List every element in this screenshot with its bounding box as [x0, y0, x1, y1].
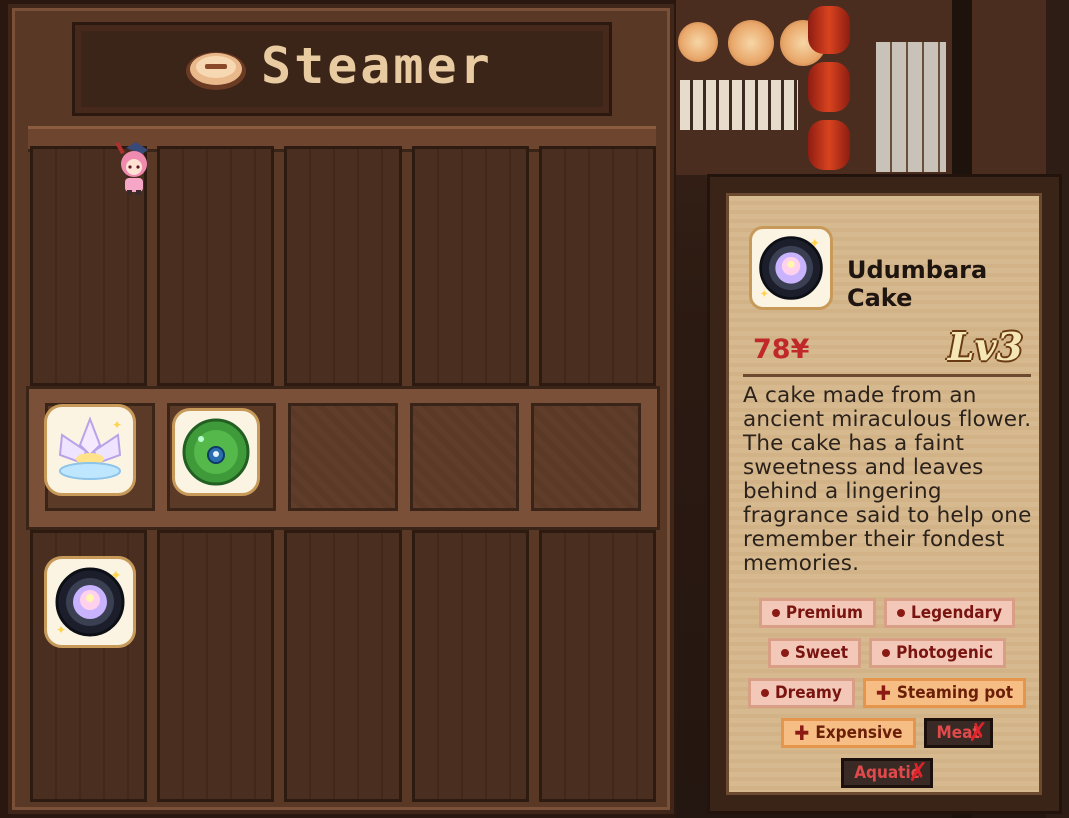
tag-meat: Meat ✗	[923, 718, 993, 748]
tag-aquatic: Aquatic ✗	[841, 758, 933, 788]
chibi-character-icon	[115, 141, 148, 195]
slot[interactable]	[411, 146, 529, 386]
tag-label: Sweet	[794, 643, 849, 663]
paper-lamp	[728, 20, 774, 66]
bullet-icon	[771, 609, 780, 617]
lotus-flower-item[interactable]: ✦	[44, 404, 136, 496]
bullet-icon	[780, 649, 789, 657]
tag-list: Premium Legendary Sweet Photogenic Dream…	[737, 598, 1037, 798]
menu-sign	[680, 80, 798, 130]
slot[interactable]	[411, 530, 529, 802]
red-lantern	[808, 120, 850, 170]
svg-text:✦: ✦	[760, 287, 769, 300]
tag-sweet: Sweet	[767, 638, 862, 668]
tag-label: Steaming pot	[896, 683, 1014, 703]
steamer-pot-icon	[186, 52, 246, 90]
red-lantern	[808, 62, 850, 112]
cross-icon: ✗	[968, 718, 988, 748]
udumbara-cake-icon: ✦ ✦	[55, 567, 125, 637]
dish-level: Lv3	[947, 324, 1023, 369]
tag-row: Aquatic ✗	[737, 758, 1037, 788]
tag-row: Premium Legendary	[737, 598, 1037, 628]
slot[interactable]	[409, 403, 520, 511]
divider	[743, 374, 1031, 377]
bullet-icon	[882, 649, 891, 657]
tag-expensive: ✚ Expensive	[781, 718, 916, 748]
tag-label: Expensive	[815, 723, 903, 743]
tag-dreamy: Dreamy	[747, 678, 855, 708]
slot[interactable]	[157, 146, 275, 386]
tag-legendary: Legendary	[884, 598, 1016, 628]
paper-lamp	[678, 22, 718, 62]
bullet-icon	[760, 689, 769, 697]
card-body: ✦ ✦ Udumbara Cake 78¥ Lv3 A cake made fr…	[726, 193, 1042, 795]
steamer-title: Steamer	[261, 37, 493, 95]
slot[interactable]	[538, 530, 657, 802]
steamer-header: Steamer	[72, 22, 612, 116]
dish-name: Udumbara Cake	[847, 256, 988, 312]
tag-label: Legendary	[911, 603, 1003, 623]
plus-icon: ✚	[794, 721, 810, 745]
cross-icon: ✗	[908, 758, 928, 788]
bullet-icon	[897, 609, 905, 617]
tag-row: Dreamy ✚ Steaming pot	[737, 678, 1037, 708]
tag-label: Dreamy	[774, 683, 842, 703]
lotus-flower-icon: ✦	[58, 416, 122, 480]
slot[interactable]	[288, 403, 398, 511]
slot[interactable]	[284, 530, 402, 802]
udumbara-cake-icon: ✦ ✦	[759, 236, 823, 300]
dish-price: 78¥	[753, 334, 810, 365]
svg-text:✦: ✦	[56, 623, 66, 637]
slot[interactable]	[531, 403, 641, 511]
udumbara-cake-item[interactable]: ✦ ✦	[44, 556, 136, 648]
red-lantern	[808, 6, 850, 54]
tag-premium: Premium	[758, 598, 876, 628]
dish-icon-frame: ✦ ✦	[749, 226, 833, 310]
dish-description: A cake made from an ancient miraculous f…	[743, 383, 1032, 576]
tag-row: Sweet Photogenic	[737, 638, 1037, 668]
tag-steaming-pot: ✚ Steaming pot	[862, 678, 1027, 708]
dish-info-card: ✦ ✦ Udumbara Cake 78¥ Lv3 A cake made fr…	[707, 174, 1062, 814]
tag-label: Premium	[785, 603, 863, 623]
tag-photogenic: Photogenic	[869, 638, 1007, 668]
plus-icon: ✚	[875, 681, 891, 705]
slot[interactable]	[538, 146, 657, 386]
svg-text:✦: ✦	[110, 568, 122, 584]
lily-pad-icon	[182, 418, 250, 486]
slot[interactable]	[284, 146, 402, 386]
lily-pad-item[interactable]	[172, 408, 260, 496]
tag-label: Photogenic	[896, 643, 994, 663]
shoji-screen	[876, 42, 946, 172]
tag-row: ✚ Expensive Meat ✗	[737, 718, 1037, 748]
svg-text:✦: ✦	[112, 418, 122, 432]
slot[interactable]	[157, 530, 275, 802]
svg-text:✦: ✦	[809, 237, 820, 252]
